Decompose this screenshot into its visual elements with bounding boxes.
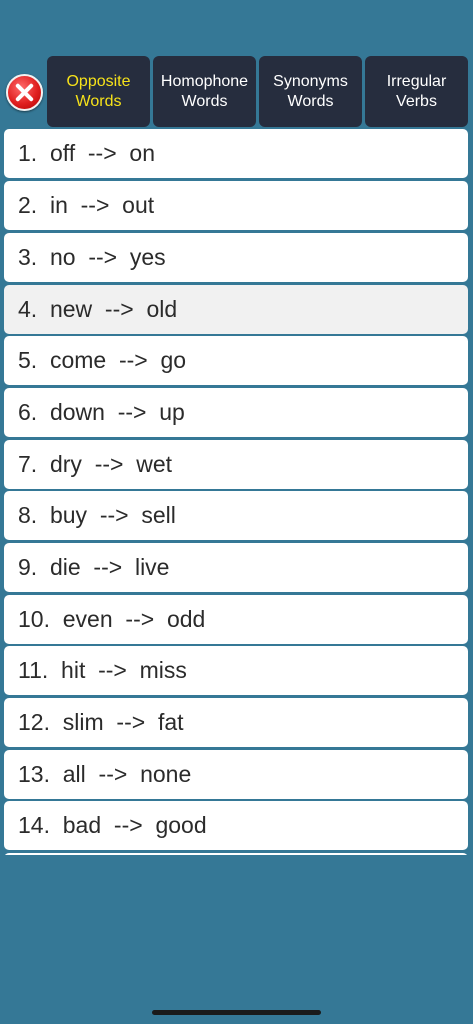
tab-label-line1: Opposite — [66, 72, 131, 90]
close-button[interactable] — [6, 74, 43, 111]
list-item[interactable]: 13. all --> none — [4, 750, 468, 799]
tab-label-line2: Words — [181, 92, 228, 110]
tab-irregular-verbs[interactable]: Irregular Verbs — [365, 56, 468, 127]
tab-label-line1: Irregular — [386, 72, 447, 90]
list-item[interactable]: 8. buy --> sell — [4, 491, 468, 540]
list-item[interactable]: 6. down --> up — [4, 388, 468, 437]
home-indicator — [152, 1010, 321, 1015]
list-item[interactable]: 3. no --> yes — [4, 233, 468, 282]
list-item[interactable]: 9. die --> live — [4, 543, 468, 592]
tab-label-line1: Synonyms — [273, 72, 348, 90]
tab-label-line2: Words — [287, 92, 334, 110]
tab-label-line2: Verbs — [396, 92, 437, 110]
list-item[interactable]: 1. off --> on — [4, 129, 468, 178]
list-item[interactable]: 14. bad --> good — [4, 801, 468, 850]
tab-homophone-words[interactable]: Homophone Words — [153, 56, 256, 127]
word-list[interactable]: 1. off --> on 2. in --> out 3. no --> ye… — [4, 129, 468, 855]
tab-label-line2: Words — [75, 92, 122, 110]
list-item[interactable] — [4, 853, 468, 855]
list-item[interactable]: 7. dry --> wet — [4, 440, 468, 489]
list-item[interactable]: 4. new --> old — [4, 285, 468, 334]
list-item[interactable]: 10. even --> odd — [4, 595, 468, 644]
list-item[interactable]: 2. in --> out — [4, 181, 468, 230]
tab-opposite-words[interactable]: Opposite Words — [47, 56, 150, 127]
tab-synonyms-words[interactable]: Synonyms Words — [259, 56, 362, 127]
close-x-icon — [15, 83, 34, 102]
tab-label-line1: Homophone — [160, 72, 249, 90]
list-item[interactable]: 11. hit --> miss — [4, 646, 468, 695]
list-item[interactable]: 5. come --> go — [4, 336, 468, 385]
list-item[interactable]: 12. slim --> fat — [4, 698, 468, 747]
